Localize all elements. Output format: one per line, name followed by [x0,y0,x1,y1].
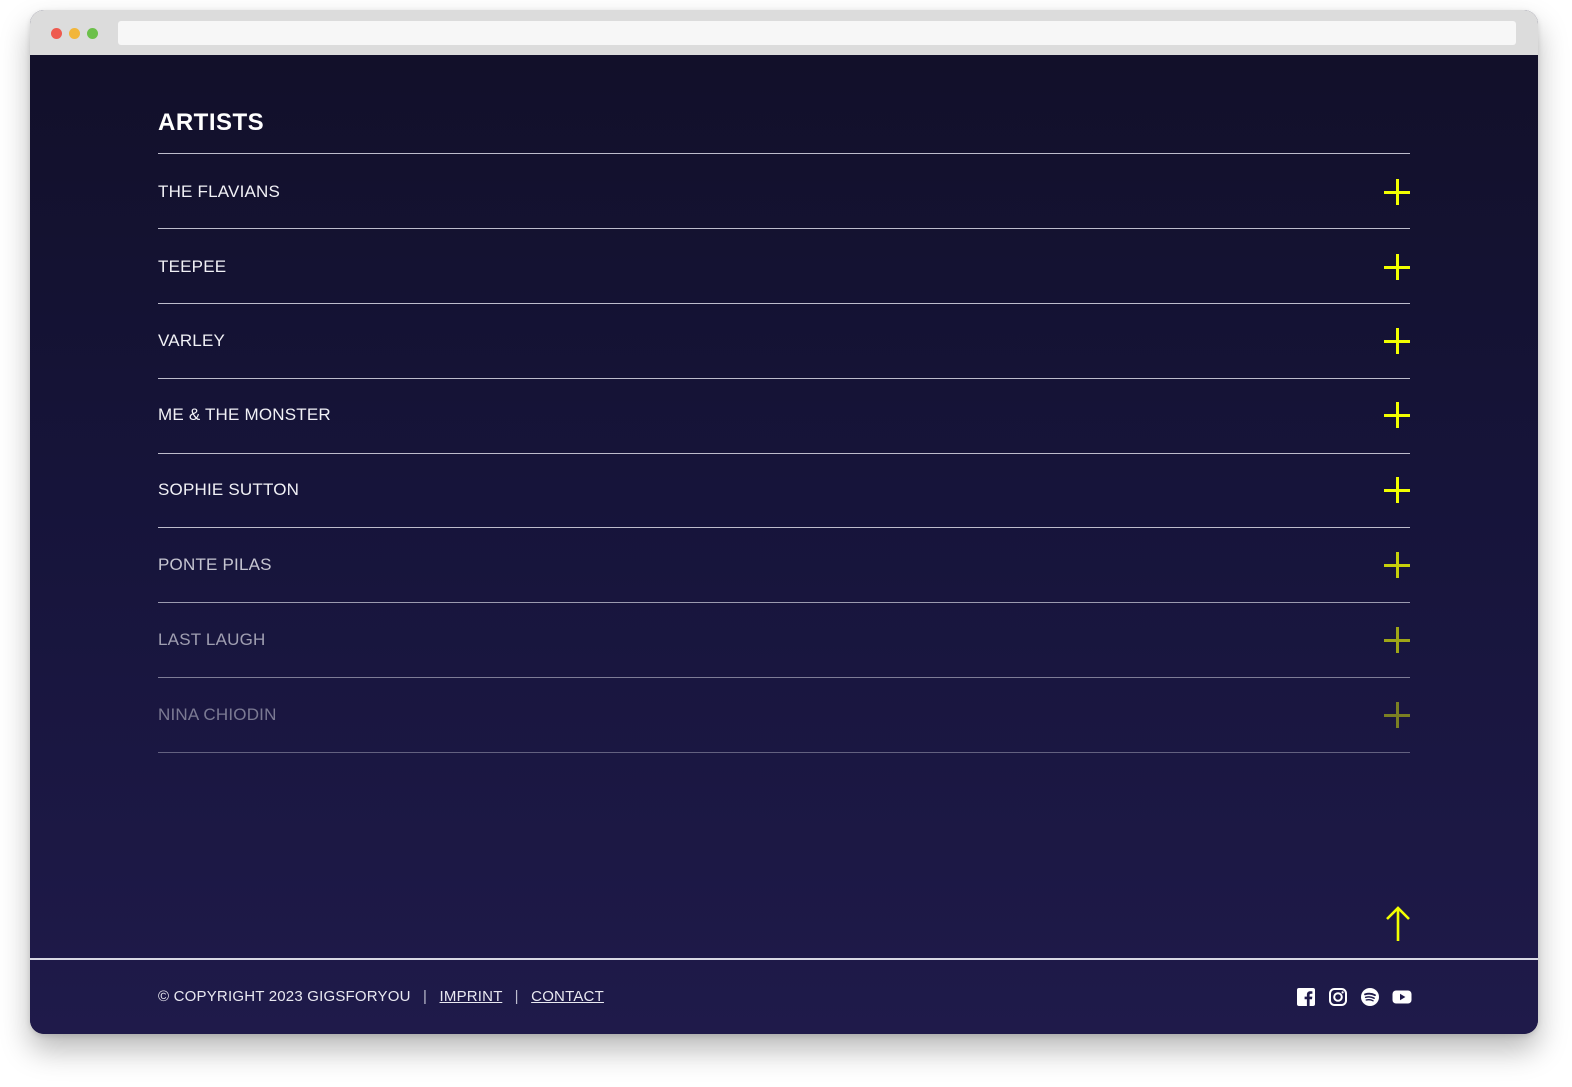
plus-icon[interactable] [1384,627,1410,653]
footer: © COPYRIGHT 2023 GIGSFORYOU | IMPRINT | … [158,988,604,1005]
artist-name: TEEPEE [158,257,227,276]
artist-name: NINA CHIODIN [158,705,277,724]
artist-row-me-and-the-monster[interactable]: ME & THE MONSTER [158,378,1410,452]
contact-link[interactable]: CONTACT [531,988,604,1005]
plus-icon[interactable] [1384,552,1410,578]
copyright-text: © COPYRIGHT 2023 GIGSFORYOU [158,988,411,1005]
artist-row-last-laugh[interactable]: LAST LAUGH [158,603,1410,677]
browser-titlebar [30,10,1538,55]
artist-row-the-flavians[interactable]: THE FLAVIANS [158,155,1410,229]
plus-icon[interactable] [1384,402,1410,428]
plus-icon[interactable] [1384,328,1410,354]
artist-row-ponte-pilas[interactable]: PONTE PILAS [158,528,1410,602]
back-to-top-button[interactable] [1384,905,1412,943]
close-window-button[interactable] [51,28,62,39]
plus-icon[interactable] [1384,702,1410,728]
page-content: ARTISTS THE FLAVIANS TEEPEE VARLEY ME & … [30,55,1538,1034]
divider [158,228,1410,229]
youtube-icon[interactable] [1392,987,1412,1007]
footer-divider [30,958,1538,960]
plus-icon[interactable] [1384,254,1410,280]
divider [158,153,1410,154]
artist-name: VARLEY [158,331,226,350]
maximize-window-button[interactable] [87,28,98,39]
facebook-icon[interactable] [1296,987,1316,1007]
browser-window: ARTISTS THE FLAVIANS TEEPEE VARLEY ME & … [30,10,1538,1034]
artist-row-sophie-sutton[interactable]: SOPHIE SUTTON [158,453,1410,527]
artist-name: THE FLAVIANS [158,182,281,201]
plus-icon[interactable] [1384,477,1410,503]
address-bar[interactable] [118,21,1516,45]
artist-row-teepee[interactable]: TEEPEE [158,230,1410,304]
footer-separator: | [423,988,428,1005]
divider [158,752,1410,753]
instagram-icon[interactable] [1328,987,1348,1007]
artist-name: ME & THE MONSTER [158,405,331,424]
artist-row-varley[interactable]: VARLEY [158,304,1410,378]
artist-name: LAST LAUGH [158,630,266,649]
page-title: ARTISTS [158,109,265,136]
plus-icon[interactable] [1384,179,1410,205]
spotify-icon[interactable] [1360,987,1380,1007]
artist-name: SOPHIE SUTTON [158,480,300,499]
artist-row-nina-chiodin[interactable]: NINA CHIODIN [158,678,1410,752]
artist-name: PONTE PILAS [158,555,272,574]
footer-separator: | [514,988,519,1005]
imprint-link[interactable]: IMPRINT [440,988,503,1005]
arrow-up-icon [1386,906,1410,941]
minimize-window-button[interactable] [69,28,80,39]
